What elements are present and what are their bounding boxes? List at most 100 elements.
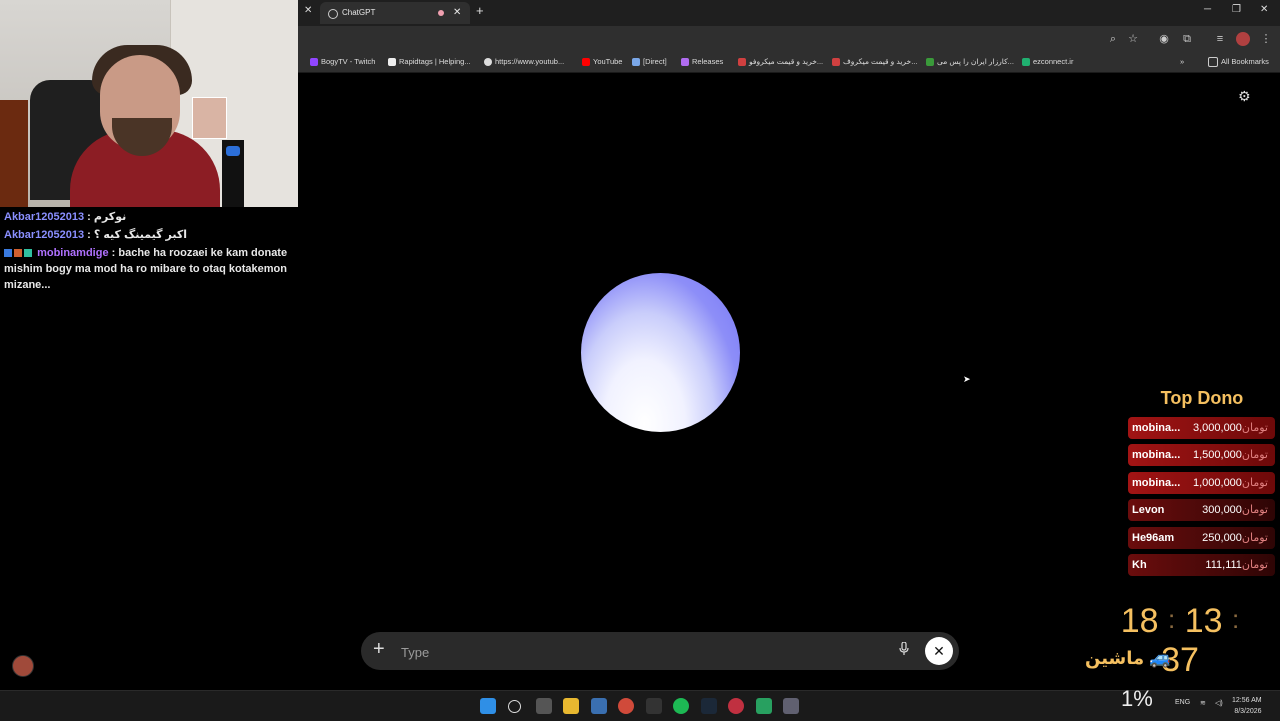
donation-amount: تومان1,500,000 — [1193, 444, 1272, 466]
timer-hours: 18 — [1120, 602, 1159, 640]
recording-icon — [438, 10, 444, 16]
top-dono-title: Top Dono — [1160, 388, 1244, 408]
maximize-icon[interactable]: ❐ — [1232, 4, 1241, 15]
donation-amount: تومان250,000 — [1202, 527, 1272, 549]
currency-label: تومان — [1241, 422, 1268, 434]
app-icon[interactable] — [646, 698, 662, 714]
bookmark-label: خرید و قیمت میکروف... — [843, 57, 918, 66]
timer-separator: : — [1168, 604, 1176, 634]
mod-badge-icon — [4, 249, 12, 258]
bookmark-label: YouTube — [593, 57, 623, 66]
search-icon[interactable] — [508, 700, 521, 713]
browser-tabstrip: ✕ ChatGPT ✕ + ─ ❐ ✕ — [298, 0, 1280, 26]
donation-row: Kh تومان111,111 — [1128, 554, 1275, 576]
donor-name: mobina... — [1132, 422, 1181, 434]
vscode-icon[interactable] — [591, 698, 607, 714]
close-icon[interactable]: ✕ — [304, 5, 312, 16]
donation-row: mobina... تومان1,000,000 — [1128, 472, 1275, 494]
new-tab-button[interactable]: + — [476, 3, 484, 18]
car-icon: 🚙 — [1149, 648, 1172, 668]
microphone-icon[interactable] — [899, 642, 909, 656]
donation-row: mobina... تومان3,000,000 — [1128, 417, 1275, 439]
chat-text: اکبر گیمینگ کیه ؟ — [93, 229, 188, 241]
add-attachment-button[interactable]: + — [373, 638, 385, 661]
spotify-icon[interactable] — [673, 698, 689, 714]
message-input[interactable] — [399, 641, 883, 663]
bookmark-item[interactable]: YouTube — [582, 52, 622, 72]
profile-avatar[interactable] — [1236, 32, 1250, 46]
start-icon[interactable] — [480, 698, 496, 714]
google-icon — [484, 58, 492, 67]
stream-chat: Akbar12052013 : نوکرم Akbar12052013 : اک… — [0, 208, 298, 294]
system-clock[interactable]: 12:56 AM 8/3/2026 — [1232, 695, 1262, 717]
chrome-icon[interactable] — [618, 698, 634, 714]
app-icon[interactable] — [756, 698, 772, 714]
volume-icon[interactable]: ◁) — [1215, 699, 1223, 707]
bottle — [0, 100, 28, 207]
donation-row: He96am تومان250,000 — [1128, 527, 1275, 549]
all-bookmarks[interactable]: All Bookmarks — [1208, 52, 1269, 72]
bookmark-label: Rapidtags | Helping... — [399, 57, 471, 66]
end-voice-button[interactable]: ✕ — [925, 637, 953, 665]
bookmark-item[interactable]: Releases — [681, 52, 723, 72]
tab-chatgpt[interactable]: ChatGPT ✕ — [320, 2, 470, 24]
bookmark-item[interactable]: Rapidtags | Helping... — [388, 52, 471, 72]
currency-label: تومان — [1241, 504, 1268, 516]
twitch-icon — [310, 58, 318, 67]
tab-close-icon[interactable]: ✕ — [453, 2, 461, 24]
zoom-icon[interactable]: ⌕ — [1106, 32, 1120, 46]
minimize-icon[interactable]: ─ — [1204, 4, 1211, 15]
shop-icon — [832, 58, 840, 67]
sub-badge-icon — [14, 249, 22, 258]
language-indicator[interactable]: ENG — [1175, 699, 1190, 706]
media-icon[interactable]: ≡ — [1213, 32, 1227, 46]
steam-icon[interactable] — [701, 698, 717, 714]
chat-message: mobinamdige : bache ha roozaei ke kam do… — [0, 244, 298, 294]
window-close-icon[interactable]: ✕ — [1260, 4, 1268, 15]
clock-time: 12:56 AM — [1232, 697, 1262, 704]
chat-separator: : — [108, 247, 119, 259]
donation-amount: تومان300,000 — [1202, 499, 1272, 521]
task-view-icon[interactable] — [536, 698, 552, 714]
settings-icon[interactable] — [783, 698, 799, 714]
wifi-icon[interactable]: ≋ — [1200, 699, 1206, 707]
bookmark-label: ezconnect.ir — [1033, 57, 1074, 66]
bookmark-item[interactable]: BogyTV - Twitch — [310, 52, 375, 72]
sliders-icon[interactable]: ⚙ — [1238, 88, 1251, 105]
bookmark-item[interactable]: https://www.youtub... — [484, 52, 564, 72]
bookmark-item[interactable]: خرید و قیمت میکروف... — [832, 52, 917, 72]
bookmark-item[interactable]: کارزار ایران را پس می... — [926, 52, 1014, 72]
bookmark-item[interactable]: خرید و قیمت میکروفو... — [738, 52, 823, 72]
amount-value: 3,000,000 — [1192, 422, 1242, 434]
voice-input-bar: + ✕ — [361, 632, 959, 670]
vip-badge-icon — [24, 249, 32, 258]
chat-username: Akbar12052013 — [4, 211, 85, 223]
browser-toolbar: ⌕ ☆ ◉ ⧉ ≡ ⋮ — [298, 26, 1280, 52]
donation-amount: تومان111,111 — [1205, 554, 1272, 576]
bookmarks-bar: BogyTV - Twitch Rapidtags | Helping... h… — [298, 52, 1280, 73]
donor-name: mobina... — [1132, 477, 1181, 489]
bookmark-label: https://www.youtub... — [495, 57, 565, 66]
puzzle-icon[interactable]: ⧉ — [1180, 32, 1194, 46]
bookmark-item[interactable]: [Direct] — [632, 52, 667, 72]
chevron-right-icon[interactable]: » — [1180, 52, 1184, 72]
tab-title: ChatGPT — [342, 8, 376, 17]
donor-name: mobina... — [1132, 449, 1181, 461]
menu-icon[interactable]: ⋮ — [1259, 32, 1273, 46]
shop-icon — [738, 58, 746, 67]
file-explorer-icon[interactable] — [563, 698, 579, 714]
releases-icon — [681, 58, 689, 67]
donor-name: He96am — [1132, 532, 1175, 544]
chat-message: Akbar12052013 : اکبر گیمینگ کیه ؟ — [0, 226, 298, 244]
bookmark-item[interactable]: ezconnect.ir — [1022, 52, 1073, 72]
extension-icon[interactable]: ◉ — [1157, 32, 1171, 46]
bookmark-label: کارزار ایران را پس می... — [937, 57, 1014, 66]
currency-label: تومان — [1241, 449, 1268, 461]
app-icon[interactable] — [728, 698, 744, 714]
amount-value: 300,000 — [1202, 504, 1242, 516]
windows-taskbar: ENG ≋ ◁) 12:56 AM 8/3/2026 — [0, 690, 1280, 721]
chat-username: Akbar12052013 — [4, 229, 85, 241]
webcam-feed — [0, 0, 298, 207]
bookmark-star-icon[interactable]: ☆ — [1126, 32, 1140, 46]
donor-name: Levon — [1132, 504, 1165, 516]
